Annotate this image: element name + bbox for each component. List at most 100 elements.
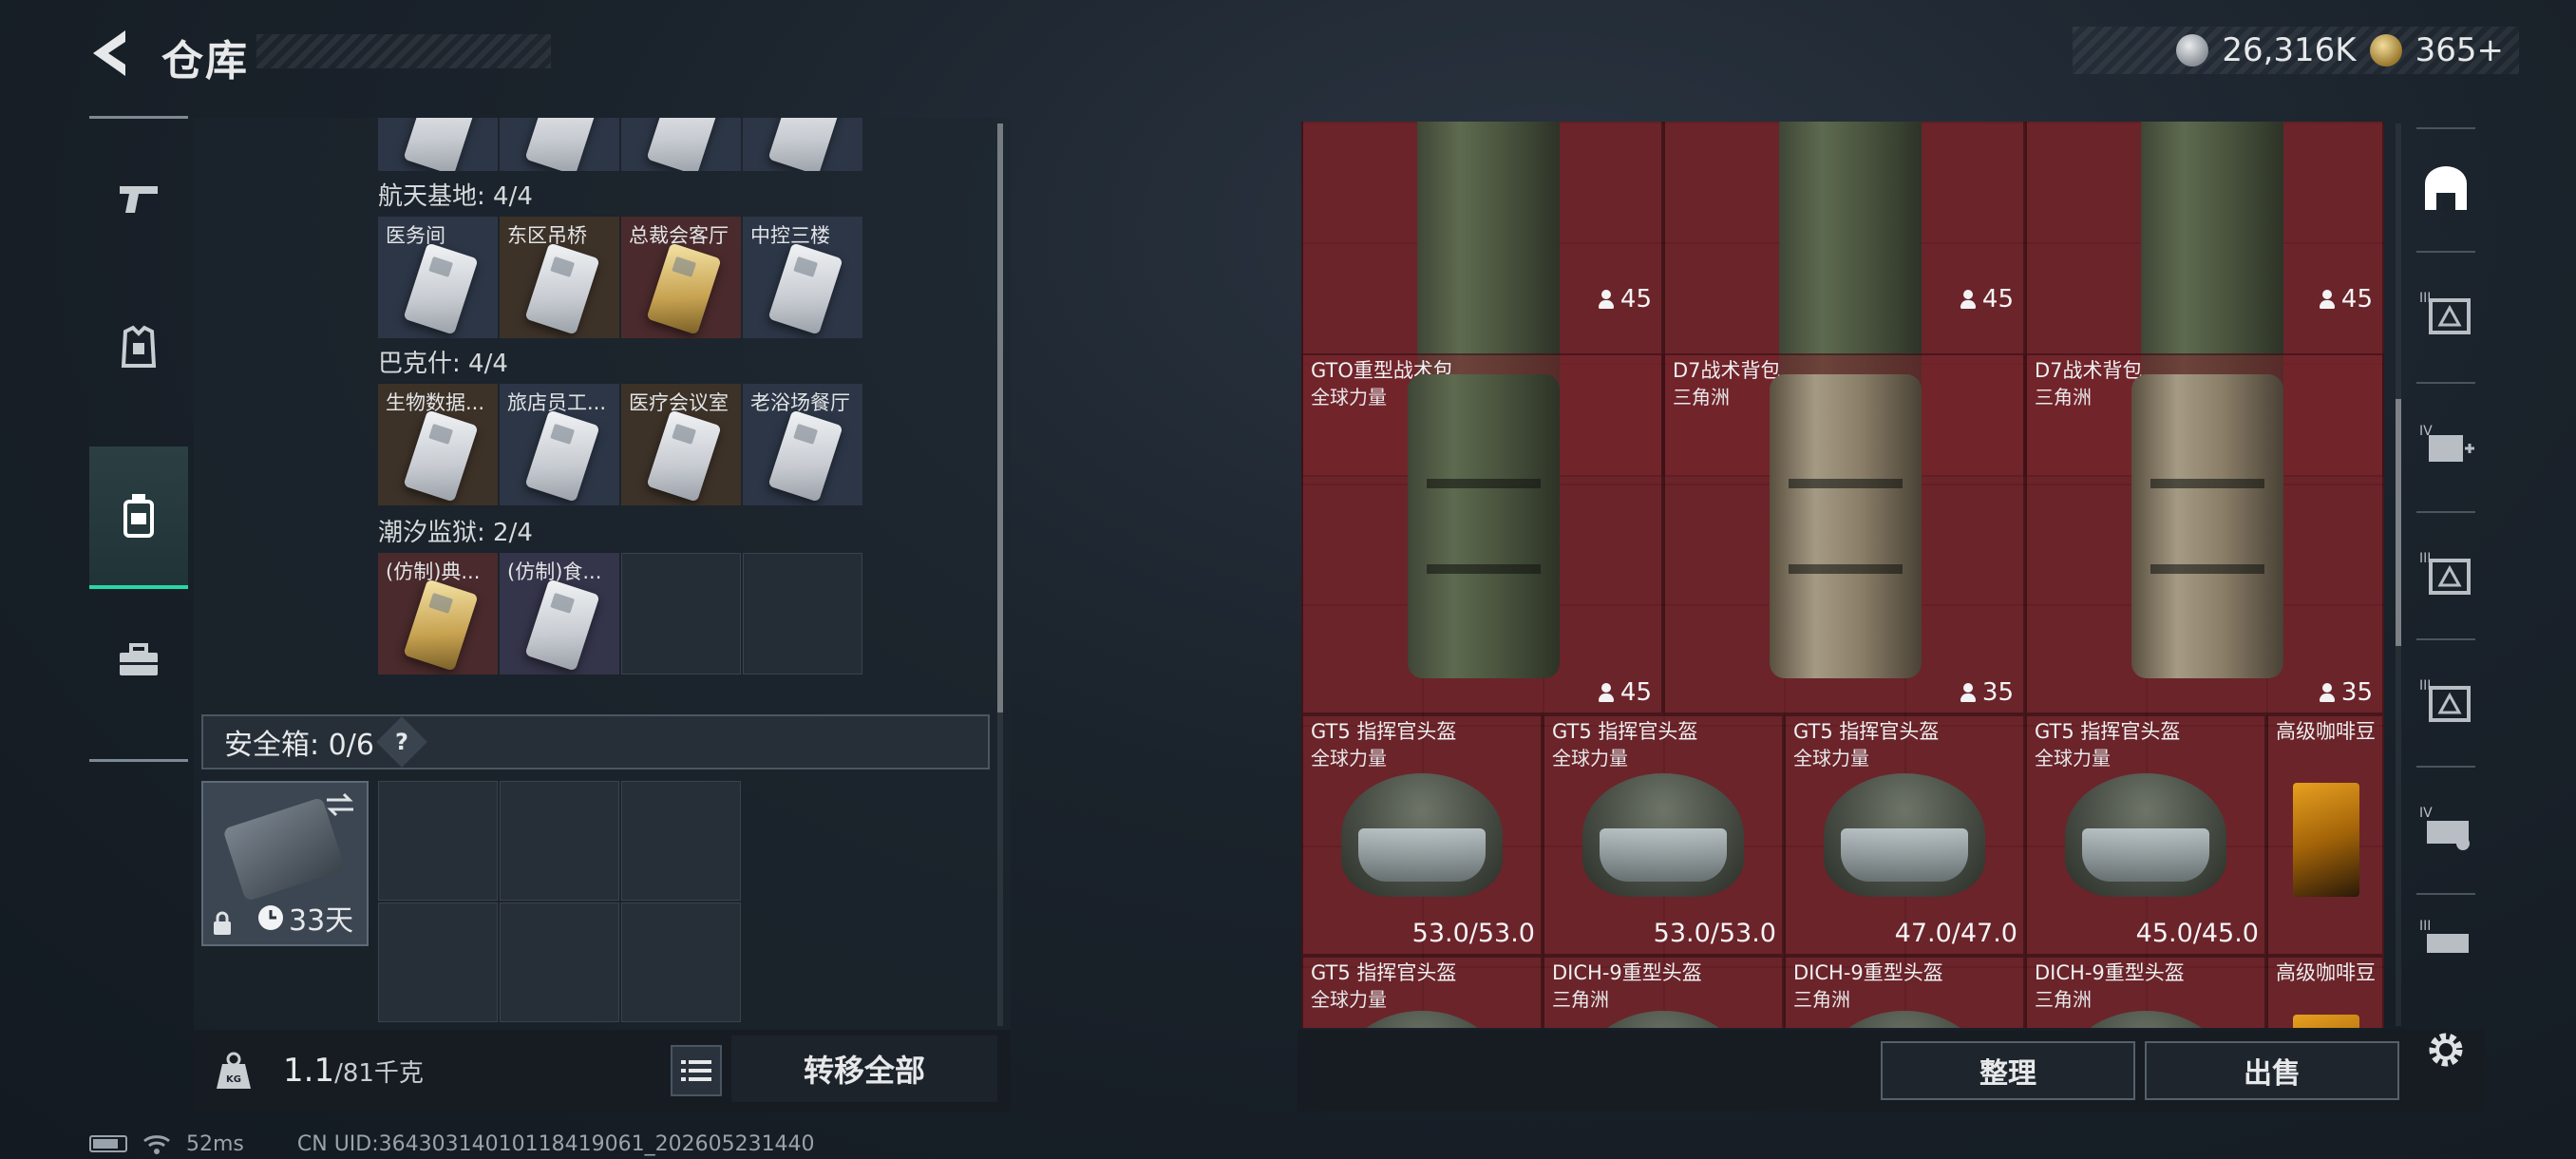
- coffee-bag-image: [2293, 1015, 2359, 1028]
- filter-category-3[interactable]: III: [2413, 530, 2479, 616]
- key-card[interactable]: 旅店员工...: [500, 384, 619, 505]
- nav-weapons[interactable]: [89, 128, 188, 271]
- filter-category-2[interactable]: IV: [2413, 403, 2479, 488]
- level-icon: [1960, 290, 1977, 309]
- stash-item[interactable]: GT5 指挥官头盔 全球力量 53.0/53.0: [1543, 714, 1784, 956]
- safe-box-label: 安全箱: 0/6: [224, 729, 374, 762]
- stash-scrollbar-thumb[interactable]: [2396, 399, 2401, 646]
- page-title: 仓库: [161, 37, 249, 86]
- level-icon: [1598, 290, 1615, 309]
- stash-item[interactable]: D7战术背包 三角洲 35: [1663, 353, 2025, 714]
- empty-slot[interactable]: [743, 553, 862, 674]
- tier3-rig-icon: III: [2419, 919, 2469, 953]
- organize-button[interactable]: 整理: [1881, 1041, 2135, 1100]
- wifi-icon: [143, 1135, 170, 1154]
- group-label: 潮汐监狱: 2/4: [378, 519, 533, 547]
- key-card[interactable]: 生物数据...: [378, 384, 498, 505]
- svg-text:IV: IV: [2419, 806, 2433, 821]
- filter-all[interactable]: [2413, 146, 2479, 232]
- level-icon: [2319, 683, 2336, 702]
- key-card[interactable]: 医务间: [378, 217, 498, 338]
- stash-item[interactable]: GT5 指挥官头盔 全球力量 45.0/45.0: [2025, 714, 2266, 956]
- currency-primary: 26,316K: [2222, 31, 2357, 69]
- filter-category-5[interactable]: IV: [2413, 785, 2479, 870]
- stash-icon: [2425, 166, 2467, 210]
- stash-item[interactable]: 高级咖啡豆: [2266, 956, 2384, 1028]
- key-card[interactable]: 老浴场餐厅: [743, 384, 862, 505]
- stash-item[interactable]: DICH-9重型头盔 三角洲: [1543, 956, 1784, 1028]
- stash-grid: 45 45 45 GTO重型战术包 全球力量 45 D7战术背包 三角洲 35 …: [1301, 122, 2384, 1028]
- nav-equipment[interactable]: [89, 276, 188, 418]
- stash-item[interactable]: GT5 指挥官头盔 全球力量 53.0/53.0: [1301, 714, 1543, 956]
- key-card[interactable]: 总裁会客厅: [621, 217, 741, 338]
- key-card[interactable]: 中控三楼: [743, 217, 862, 338]
- settings-button[interactable]: [2422, 1026, 2470, 1074]
- currency-secondary[interactable]: 365+: [2415, 31, 2504, 69]
- key-card[interactable]: [621, 118, 741, 171]
- stash-item[interactable]: DICH-9重型头盔 三角洲: [1784, 956, 2025, 1028]
- empty-slot[interactable]: [500, 781, 619, 901]
- level-icon: [1598, 683, 1615, 702]
- stash-item[interactable]: GTO重型战术包 全球力量 45: [1301, 353, 1663, 714]
- nav-containers[interactable]: [89, 446, 188, 589]
- stash-item[interactable]: GT5 指挥官头盔 全球力量 47.0/47.0: [1784, 714, 2025, 956]
- key-card[interactable]: (仿制)典...: [378, 553, 498, 674]
- sell-button[interactable]: 出售: [2145, 1041, 2399, 1100]
- tier3-backpack-icon: III: [2419, 678, 2471, 722]
- helmet-image: [1341, 1011, 1503, 1028]
- transfer-all-button[interactable]: 转移全部: [731, 1036, 997, 1102]
- safe-box-item[interactable]: 33天: [201, 781, 369, 946]
- battery-icon: [89, 1135, 127, 1152]
- tier3-backpack-icon: III: [2419, 551, 2471, 595]
- stash-item[interactable]: D7战术背包 三角洲 35: [2025, 353, 2384, 714]
- list-icon: [681, 1060, 711, 1081]
- left-nav: [89, 116, 188, 762]
- gun-icon: [120, 186, 158, 213]
- key-card[interactable]: (仿制)食...: [500, 553, 619, 674]
- empty-slot[interactable]: [621, 781, 741, 901]
- stash-item[interactable]: GT5 指挥官头盔 全球力量: [1301, 956, 1543, 1028]
- safe-box-header: 安全箱: 0/6 ?: [201, 714, 990, 770]
- stash-filter-nav: III IV III III IV III: [2413, 127, 2479, 1001]
- swap-icon[interactable]: [323, 790, 357, 819]
- stash-item[interactable]: DICH-9重型头盔 三角洲: [2025, 956, 2266, 1028]
- helmet-image: [1582, 773, 1744, 897]
- toolbox-icon: [120, 643, 158, 675]
- tier3-backpack-icon: III: [2419, 291, 2471, 334]
- title-decoration: [256, 34, 551, 68]
- nav-tools[interactable]: [89, 589, 188, 732]
- group-label: 巴克什: 4/4: [378, 350, 508, 378]
- stash-item[interactable]: 高级咖啡豆: [2266, 714, 2384, 956]
- key-card[interactable]: [500, 118, 619, 171]
- empty-slot[interactable]: [621, 553, 741, 674]
- key-card[interactable]: [378, 118, 498, 171]
- backpack-icon: [123, 494, 154, 538]
- empty-slot[interactable]: [378, 902, 498, 1022]
- empty-slot[interactable]: [378, 781, 498, 901]
- back-button[interactable]: [87, 27, 135, 80]
- key-group-row: (仿制)典... (仿制)食...: [378, 553, 862, 676]
- help-button[interactable]: ?: [376, 716, 427, 768]
- key-card[interactable]: 东区吊桥: [500, 217, 619, 338]
- helmet-image: [2065, 1011, 2226, 1028]
- list-view-button[interactable]: [671, 1045, 722, 1096]
- filter-category-6[interactable]: III: [2413, 912, 2479, 969]
- safe-box-duration: 33天: [289, 904, 354, 938]
- svg-text:III: III: [2419, 919, 2431, 934]
- uid-text: CN UID:364303140101184190​61_20260523144…: [296, 1131, 815, 1156]
- level-icon: [1960, 683, 1977, 702]
- silver-coin-icon: [2176, 34, 2209, 66]
- gear-icon: [2429, 1033, 2463, 1067]
- filter-category-4[interactable]: III: [2413, 657, 2479, 743]
- ping-value: 52ms: [186, 1131, 244, 1156]
- filter-category-1[interactable]: III: [2413, 270, 2479, 355]
- left-scrollbar-thumb[interactable]: [997, 124, 1003, 712]
- empty-slot[interactable]: [500, 902, 619, 1022]
- helmet-image: [1341, 773, 1503, 897]
- key-card[interactable]: [743, 118, 862, 171]
- key-card[interactable]: 医疗会议室: [621, 384, 741, 505]
- gold-coin-icon: [2369, 34, 2402, 66]
- empty-slot[interactable]: [621, 902, 741, 1022]
- status-bar: 52ms CN UID:364303140101184190​61_202605…: [89, 1130, 815, 1157]
- helmet-image: [1582, 1011, 1744, 1028]
